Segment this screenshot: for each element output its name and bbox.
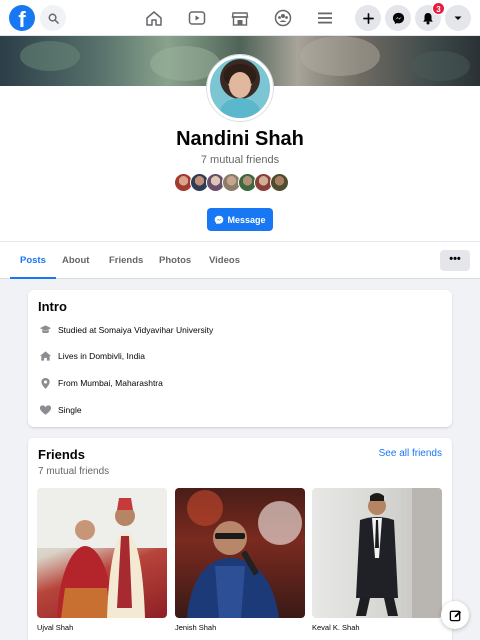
tab-photos[interactable]: Photos [159, 242, 191, 279]
nav-menu-tab[interactable] [312, 6, 338, 30]
avatar-face [229, 72, 251, 98]
intro-relationship-text: Single [58, 405, 82, 415]
avatar[interactable] [270, 173, 289, 192]
groups-icon [274, 9, 292, 27]
profile-avatar[interactable] [207, 55, 273, 121]
compose-icon [449, 610, 461, 621]
logo-letter: f [18, 7, 26, 31]
intro-hometown: From Mumbai, Maharashtra [38, 375, 163, 391]
nav-watch-tab[interactable] [184, 6, 210, 30]
friend-photo-illustration [187, 490, 302, 618]
education-icon [38, 323, 52, 337]
friends-mutual-count: 7 mutual friends [38, 466, 110, 477]
friend-photo-illustration [356, 488, 442, 618]
more-options-button[interactable]: ••• [440, 250, 470, 271]
intro-education-text: Studied at Somaiya Vidyavihar University [58, 325, 214, 335]
friend-photo-illustration [37, 488, 167, 618]
intro-education: Studied at Somaiya Vidyavihar University [38, 322, 213, 338]
intro-title: Intro [38, 299, 67, 314]
notifications-button[interactable]: 3 [415, 2, 445, 31]
intro-hometown-text: From Mumbai, Maharashtra [58, 378, 163, 388]
friends-title: Friends [38, 447, 85, 462]
intro-residence-text: Lives in Dombivli, India [58, 351, 145, 361]
friend-photo[interactable] [37, 488, 167, 618]
nav-marketplace-tab[interactable] [227, 6, 253, 30]
mutual-friends-count[interactable]: 7 mutual friends [0, 154, 480, 166]
account-menu-button[interactable] [445, 5, 471, 31]
mutual-friend-avatars[interactable] [174, 173, 289, 192]
friend-name[interactable]: Ujval Shah [37, 623, 73, 632]
search-button[interactable] [40, 5, 66, 31]
message-button[interactable]: Message [207, 208, 273, 231]
new-message-button[interactable] [441, 601, 469, 629]
create-icon [362, 12, 374, 24]
nav-home-tab[interactable] [141, 6, 167, 30]
heart-icon [38, 403, 52, 417]
tab-about[interactable]: About [62, 242, 89, 279]
search-icon [48, 13, 59, 24]
friends-card: Friends See all friends 7 mutual friends… [28, 438, 452, 640]
intro-card: Intro Studied at Somaiya Vidyavihar Univ… [28, 290, 452, 427]
friend-photo[interactable] [175, 488, 305, 618]
watch-icon [188, 11, 206, 25]
notification-count-badge: 3 [432, 2, 445, 15]
tab-friends[interactable]: Friends [109, 242, 143, 279]
messenger-icon [215, 215, 224, 224]
menu-icon [318, 12, 332, 24]
tab-posts[interactable]: Posts [10, 242, 56, 279]
friend-name[interactable]: Jenish Shah [175, 623, 216, 632]
messenger-button[interactable] [385, 5, 411, 31]
cover-foliage [410, 51, 470, 81]
intro-residence: Lives in Dombivli, India [38, 348, 145, 364]
notifications-icon [423, 12, 433, 24]
friend-name[interactable]: Keval K. Shah [312, 623, 360, 632]
friend-photo[interactable] [312, 488, 442, 618]
home-icon [38, 349, 52, 363]
marketplace-icon [231, 11, 249, 26]
see-all-friends-link[interactable]: See all friends [379, 448, 442, 459]
account-caret-icon [454, 16, 462, 20]
cover-foliage [20, 41, 80, 71]
profile-name: Nandini Shah [176, 128, 304, 150]
create-button[interactable] [355, 5, 381, 31]
intro-relationship: Single [38, 402, 82, 418]
facebook-logo[interactable]: f [9, 5, 35, 31]
avatar-shoulders [220, 98, 260, 118]
home-icon [146, 10, 162, 26]
profile-tabs: Posts About Friends Photos Videos ••• [0, 241, 480, 279]
messenger-icon [392, 12, 404, 24]
top-navigation-bar: f 3 [0, 0, 480, 36]
nav-groups-tab[interactable] [270, 6, 296, 30]
cover-foliage [300, 36, 380, 76]
tab-videos[interactable]: Videos [209, 242, 240, 279]
location-icon [38, 376, 52, 390]
message-button-label: Message [227, 214, 266, 225]
